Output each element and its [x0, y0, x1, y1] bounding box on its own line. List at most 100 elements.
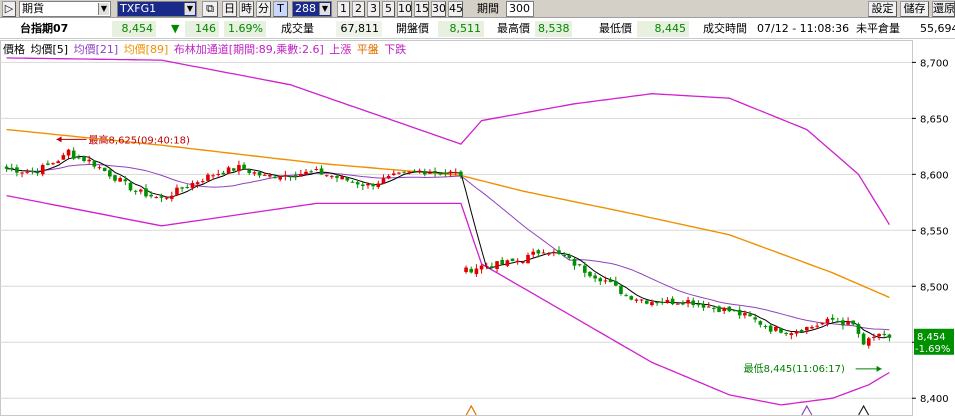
- interval-day-button[interactable]: 日: [222, 1, 237, 17]
- interval-minute-button[interactable]: 分: [256, 1, 271, 17]
- candle-body: [681, 303, 685, 305]
- candle-body: [593, 275, 597, 279]
- candle-body: [727, 306, 732, 312]
- minute-3-button[interactable]: 3: [367, 1, 380, 17]
- candle-body: [789, 333, 794, 336]
- y-tick-label: 8,650: [920, 114, 949, 125]
- save-button[interactable]: 儲存: [900, 1, 929, 17]
- candle-body: [763, 326, 768, 328]
- candle-body: [675, 303, 680, 305]
- candle-body: [552, 251, 556, 253]
- candle-body: [175, 187, 179, 195]
- candle-body: [882, 333, 887, 335]
- candle-body: [51, 163, 55, 165]
- candle-body: [77, 157, 81, 159]
- candle-body: [866, 338, 871, 346]
- price-change-pct: 1.69%: [224, 21, 266, 37]
- candle-body: [288, 176, 293, 178]
- candle-body: [195, 182, 200, 185]
- plot-border: [0, 40, 913, 416]
- candle-body: [815, 325, 819, 327]
- restore-button[interactable]: 還原: [932, 1, 955, 17]
- candle-body: [371, 184, 375, 187]
- candle-body: [118, 178, 122, 182]
- candle-body: [247, 169, 252, 173]
- candle-body: [686, 299, 690, 304]
- candle-body: [231, 168, 236, 171]
- candle-body: [87, 159, 91, 162]
- legend-ma5: 均價[5]: [30, 43, 69, 56]
- minute-15-button[interactable]: 15: [414, 1, 429, 17]
- candle-body: [340, 176, 344, 180]
- interval-tick-button[interactable]: T: [273, 1, 288, 17]
- candle-body: [567, 255, 572, 259]
- y-tick-label: 8,400: [920, 394, 949, 405]
- candle-body: [35, 172, 40, 174]
- magnifier-icon[interactable]: ⧉: [202, 1, 218, 17]
- settings-button[interactable]: 設定: [868, 1, 897, 17]
- legend-ma21: 均價[21]: [73, 43, 119, 56]
- last-change-label: -1.69%: [915, 344, 950, 355]
- candle-body: [753, 317, 757, 320]
- candle-body: [15, 167, 19, 173]
- minute-1-button[interactable]: 1: [337, 1, 350, 17]
- candle-body: [629, 296, 634, 300]
- market-select[interactable]: 期貨 ▼: [19, 1, 111, 17]
- time-label: 成交時間: [703, 22, 747, 35]
- minute-45-button[interactable]: 45: [448, 1, 463, 17]
- candle-body: [391, 173, 396, 176]
- candle-body: [588, 271, 592, 277]
- minute-10-button[interactable]: 10: [397, 1, 412, 17]
- candle-body: [139, 189, 143, 192]
- last-price-label: 8,454: [917, 332, 946, 343]
- candle-body: [474, 268, 479, 275]
- candle-body: [541, 252, 546, 254]
- candle-body: [603, 280, 608, 282]
- candle-body: [159, 196, 164, 198]
- candle-body: [526, 254, 530, 264]
- tick-select[interactable]: 288 ▼: [292, 1, 332, 17]
- candle-body: [634, 299, 639, 301]
- candle-body: [66, 149, 71, 156]
- minute-2-button[interactable]: 2: [352, 1, 365, 17]
- candle-body: [309, 171, 313, 173]
- candle-body: [779, 328, 783, 333]
- candle-body: [412, 170, 417, 172]
- candle-body: [639, 299, 644, 301]
- candle-body: [113, 175, 117, 181]
- candle-body: [624, 295, 628, 297]
- symbol-select[interactable]: TXFG1 ▼: [117, 1, 197, 17]
- candle-body: [557, 250, 561, 254]
- candle-body: [82, 156, 86, 161]
- open-interest-value: 55,694: [920, 22, 955, 35]
- candle-body: [768, 325, 773, 332]
- candle-body: [278, 177, 283, 180]
- candle-body: [30, 170, 35, 173]
- legend-price: 價格: [3, 43, 25, 56]
- minute-30-button[interactable]: 30: [431, 1, 446, 17]
- legend-up: 上漲: [329, 43, 352, 56]
- period-input[interactable]: 300: [506, 1, 534, 17]
- candle-body: [810, 326, 814, 329]
- candle-body: [655, 302, 659, 304]
- candle-body: [180, 187, 184, 189]
- candle-body: [283, 175, 288, 177]
- toolbar: ▷ 期貨 ▼ TXFG1 ▼ ⧉ 日 時 分 T 288 ▼ 1 2 3 5 1…: [0, 0, 955, 18]
- candle-body: [521, 261, 525, 263]
- price-chart[interactable]: 8,7008,6508,6008,5508,5008,4508,400 最高8,…: [0, 40, 955, 416]
- candle-body: [712, 307, 716, 309]
- candle-body: [536, 250, 541, 254]
- interval-hour-button[interactable]: 時: [239, 1, 254, 17]
- candle-body: [872, 336, 876, 338]
- candle-body: [572, 258, 577, 266]
- open-interest-label: 未平倉量: [856, 22, 900, 35]
- minute-5-button[interactable]: 5: [382, 1, 395, 17]
- candle-body: [701, 304, 706, 308]
- candle-body: [515, 260, 520, 262]
- play-icon[interactable]: ▷: [2, 1, 16, 17]
- candle-body: [459, 171, 463, 176]
- candle-body: [835, 321, 840, 323]
- candle-body: [820, 322, 825, 325]
- candle-body: [71, 150, 76, 159]
- candle-body: [46, 163, 50, 165]
